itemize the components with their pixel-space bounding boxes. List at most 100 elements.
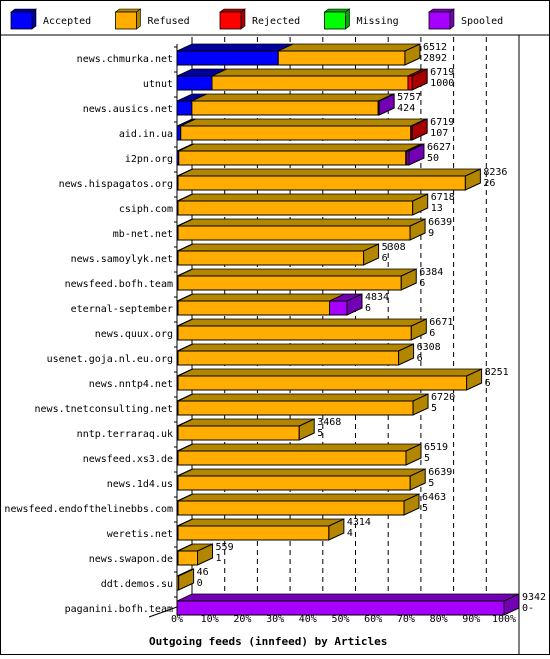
legend-label-missing: Missing (357, 16, 399, 27)
bar-segment-spooled (176, 600, 505, 616)
value-label-accepted: 0- (522, 603, 534, 614)
value-label-offered: 5757 (397, 92, 421, 103)
bar-top-refused (180, 118, 426, 127)
category-label: ddt.demos.su (101, 579, 173, 590)
bar-segment-refused (277, 50, 406, 66)
category-label: usenet.goja.nl.eu.org (47, 354, 173, 365)
value-label-offered: 6463 (422, 492, 446, 503)
legend-swatch-rejected (219, 11, 242, 30)
bar-segment-refused (177, 325, 412, 341)
bar-side-refused (178, 568, 195, 591)
category-label: i2pn.org (125, 154, 173, 165)
legend-swatch-refused-side (136, 8, 141, 30)
value-label-offered: 46 (197, 567, 209, 578)
x-tick-label: 30% (266, 614, 284, 625)
value-label-accepted: 6 (365, 303, 371, 314)
value-label-accepted: 6 (485, 378, 491, 389)
category-label: utnut (143, 79, 173, 90)
category-label: news.hispagatos.org (59, 179, 173, 190)
value-label-accepted: 6 (429, 328, 435, 339)
value-label-accepted: 5 (422, 503, 428, 514)
bar-segment-refused (177, 425, 300, 441)
bar-top-refused (211, 68, 424, 77)
value-label-offered: 4314 (347, 517, 371, 528)
legend-swatch-accepted-side (31, 8, 37, 30)
value-label-accepted: 2892 (423, 53, 447, 64)
x-axis-title: Outgoing feeds (innfeed) by Articles (149, 635, 387, 648)
category-label: news.swapon.de (89, 554, 173, 565)
bar-segment-refused (177, 400, 414, 416)
x-tick-label: 0% (171, 614, 183, 625)
legend-label-refused: Refused (148, 16, 190, 27)
bar-segment-rejected (407, 75, 413, 91)
value-label-offered: 8251 (485, 367, 509, 378)
legend-swatch-rejected-side (240, 8, 246, 30)
x-tick-label: 60% (364, 614, 382, 625)
x-tick-label: 40% (299, 614, 317, 625)
value-label-offered: 8236 (483, 167, 507, 178)
bar-top-spooled (176, 593, 520, 602)
category-label: weretis.net (107, 529, 173, 540)
bar-top-refused (177, 343, 414, 352)
chart-frame: Accepted Refused Rejected Missing Spooled 0%… (0, 0, 550, 655)
value-label-offered: 6308 (417, 342, 441, 353)
bar-top-refused (177, 468, 426, 477)
bar-segment-refused (177, 175, 466, 191)
value-label-accepted: 6 (419, 278, 425, 289)
bar-top-refused (177, 318, 427, 327)
bar-segment-refused (177, 450, 407, 466)
bar-segment-accepted (176, 50, 279, 66)
value-label-offered: 6671 (429, 317, 453, 328)
x-tick-label: 10% (201, 614, 219, 625)
bar-top-refused (177, 418, 315, 427)
bar-segment-spooled (328, 300, 348, 316)
legend-label-accepted: Accepted (43, 16, 91, 27)
category-label: nntp.terraraq.uk (77, 429, 173, 440)
value-label-offered: 559 (216, 542, 234, 553)
category-label: csiph.com (119, 204, 173, 215)
value-label-accepted: 5 (431, 403, 437, 414)
category-label: news.nntp4.net (89, 379, 173, 390)
value-label-offered: 6639 (428, 467, 452, 478)
bar-segment-refused (177, 350, 400, 366)
legend-swatch-accepted (10, 11, 33, 30)
bar-segment-refused (178, 150, 407, 166)
value-label-accepted: 6 (417, 353, 423, 364)
bar-top-refused (177, 493, 420, 502)
bar-top-refused (278, 43, 421, 52)
value-label-offered: 6627 (427, 142, 451, 153)
value-label-offered: 4834 (365, 292, 389, 303)
category-label: eternal-september (71, 304, 173, 315)
category-label: news.chmurka.net (77, 54, 173, 65)
legend-swatch-missing (324, 11, 346, 30)
bar-top-refused (177, 443, 422, 452)
bar-segment-accepted (176, 125, 182, 141)
bar-segment-refused (177, 200, 414, 216)
value-label-accepted: 0 (197, 578, 203, 589)
legend-label-spooled: Spooled (461, 16, 503, 27)
bar-segment-refused (177, 300, 330, 316)
x-tick-label: 90% (462, 614, 480, 625)
x-tick-label: 20% (233, 614, 251, 625)
category-label: aid.in.ua (119, 129, 173, 140)
value-label-offered: 3468 (317, 417, 341, 428)
legend: Accepted Refused Rejected Missing Spooled (10, 8, 503, 30)
bar-segment-refused (177, 275, 402, 291)
bar-segment-refused (211, 75, 409, 91)
x-tick-label: 50% (331, 614, 349, 625)
bar-top-accepted (176, 43, 294, 52)
value-label-accepted: 4 (347, 528, 353, 539)
bar-top-refused (177, 368, 482, 377)
value-label-offered: 9342 (522, 592, 546, 603)
category-label: newsfeed.endofthelinebbs.com (4, 504, 173, 515)
bar-top-refused (178, 143, 421, 152)
bar-segment-refused (177, 500, 405, 516)
x-tick-label: 100% (492, 614, 516, 625)
value-label-offered: 6719 (430, 67, 454, 78)
value-label-accepted: 13 (431, 203, 443, 214)
value-label-accepted: 107 (430, 128, 448, 139)
value-label-accepted: 9 (428, 228, 434, 239)
bar-top-refused (177, 393, 429, 402)
category-label: paganini.bofh.team (65, 604, 173, 615)
value-label-accepted: 5 (317, 428, 323, 439)
